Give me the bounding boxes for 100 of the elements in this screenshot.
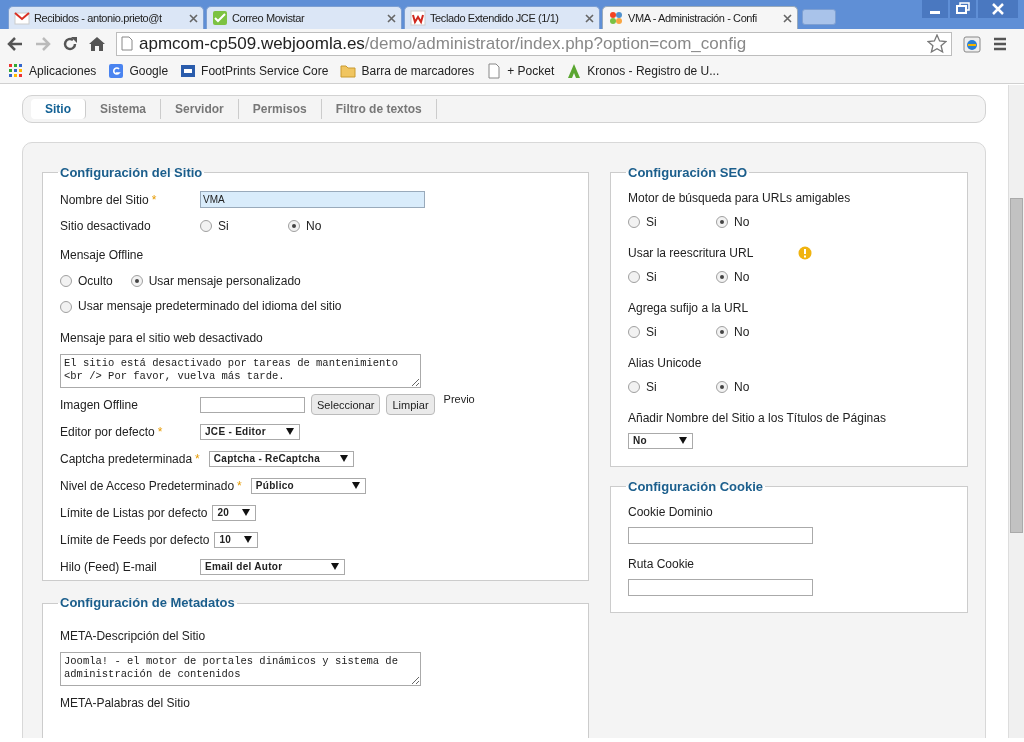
field-label: Usar la reescritura URL: [628, 244, 755, 262]
required-mark: *: [195, 450, 200, 468]
browser-tab[interactable]: Correo Movistar: [206, 6, 402, 29]
extension-icon[interactable]: [962, 33, 982, 54]
caret-icon: [351, 482, 360, 490]
radio-button[interactable]: [288, 219, 300, 232]
bookmark-link[interactable]: Barra de marcadores: [340, 61, 475, 80]
home-icon[interactable]: [88, 35, 106, 52]
field-label: No: [734, 268, 750, 286]
field-label: Cookie Dominio: [628, 503, 713, 521]
address-bar[interactable]: apmcom-cp509.webjoomla.es/demo/administrator/index.php?option=com_config: [116, 31, 952, 56]
close-icon: [585, 13, 594, 23]
bookmark-link[interactable]: + Pocket: [486, 61, 555, 80]
text-area[interactable]: Joomla! - el motor de portales dinámicos y sistema de administración de contenidos: [60, 651, 421, 686]
dropdown[interactable]: Captcha - ReCaptcha: [208, 450, 354, 467]
back-icon[interactable]: [6, 35, 24, 52]
dropdown-value: 10: [219, 533, 233, 548]
dropdown[interactable]: 20: [212, 504, 257, 521]
radio-button[interactable]: [60, 300, 72, 313]
field-label: Límite de Feeds por defecto: [60, 531, 210, 549]
page-icon: [121, 36, 133, 51]
config-tab[interactable]: Servidor: [161, 99, 239, 119]
text-input[interactable]: [628, 526, 813, 544]
apps-icon: [8, 62, 24, 79]
radio-button[interactable]: [716, 215, 728, 228]
radio-button[interactable]: [628, 380, 640, 393]
close-icon: [387, 13, 396, 23]
caret-icon: [244, 536, 253, 544]
bookmark-link[interactable]: Aplicaciones: [8, 61, 97, 80]
folder-icon: [340, 62, 357, 79]
radio-button[interactable]: [716, 270, 728, 283]
field-label: Si: [646, 378, 657, 396]
radio-button[interactable]: [200, 219, 212, 232]
bookmark-link[interactable]: Google: [108, 61, 169, 80]
dropdown-value: 20: [217, 506, 231, 521]
field-label: META-Descripción del Sitio: [60, 627, 206, 645]
field-label: Límite de Listas por defecto: [60, 504, 208, 522]
action-button[interactable]: Seleccionar: [311, 394, 381, 416]
text-input[interactable]: VMA: [200, 191, 425, 208]
checkmark-icon: [212, 10, 228, 26]
config-tab[interactable]: Permisos: [238, 99, 322, 119]
scrollbar-thumb[interactable]: [1010, 198, 1023, 533]
browser-tab[interactable]: Teclado Extendido JCE (1/1): [404, 6, 600, 29]
radio-button[interactable]: [716, 325, 728, 338]
field-label: No: [734, 378, 750, 396]
field-label: META-Palabras del Sitio: [60, 694, 190, 712]
field-label: No: [306, 217, 322, 235]
section-title: Configuración Cookie: [627, 478, 765, 496]
radio-button[interactable]: [130, 275, 143, 288]
dropdown[interactable]: 10: [214, 531, 259, 548]
field-label: No: [734, 213, 750, 231]
page-icon: [486, 62, 503, 79]
radio-button[interactable]: [60, 275, 72, 288]
reload-icon[interactable]: [62, 35, 78, 52]
caret-icon: [331, 563, 339, 571]
dropdown[interactable]: Email del Autor: [200, 558, 345, 575]
close-icon: [189, 13, 198, 23]
scrollbar[interactable]: [1008, 85, 1024, 738]
field-label: Mensaje Offline: [60, 246, 144, 264]
browser-tab[interactable]: VMA - Administración - Confi: [602, 6, 798, 29]
caret-icon: [339, 455, 348, 463]
config-tab[interactable]: Sistema: [86, 99, 162, 119]
action-button[interactable]: Limpiar: [386, 394, 435, 416]
required-mark: *: [157, 423, 163, 441]
config-tab[interactable]: Sitio: [31, 99, 86, 119]
dropdown[interactable]: No: [628, 432, 693, 449]
section-title: Configuración SEO: [627, 164, 749, 182]
option-label: Usar mensaje predeterminado del idioma del sitio: [78, 299, 342, 314]
restore-icon[interactable]: [950, 0, 976, 18]
dropdown[interactable]: JCE - Editor: [200, 423, 300, 440]
menu-icon[interactable]: [992, 35, 1008, 52]
field-label: Sitio desactivado: [60, 217, 152, 235]
field-label: Nombre del Sitio: [60, 191, 149, 209]
field-label: No: [734, 323, 750, 341]
text-area[interactable]: El sitio está desactivado por tareas de mantenimiento <br /> Por favor, vuelva más tarde.: [60, 354, 421, 389]
dropdown[interactable]: Público: [250, 477, 366, 494]
dropdown-value: Email del Autor: [205, 560, 284, 575]
url-path: /demo/administrator/index.php?option=com_config: [364, 35, 747, 52]
star-icon[interactable]: [927, 33, 947, 54]
config-tab[interactable]: Filtro de textos: [321, 99, 437, 119]
option-label: Oculto: [78, 274, 113, 288]
radio-button[interactable]: [628, 325, 640, 338]
field-label: Ruta Cookie: [628, 555, 695, 573]
radio-button[interactable]: [628, 215, 640, 228]
bookmark-link[interactable]: FootPrints Service Core: [180, 61, 329, 80]
badge-icon: [180, 62, 197, 79]
browser-tab[interactable]: Recibidos - antonio.prieto@t: [8, 6, 204, 29]
bookmark-link[interactable]: Kronos - Registro de U...: [566, 61, 720, 80]
mail-icon: [14, 10, 30, 26]
warning-icon: [798, 245, 812, 260]
text-input[interactable]: [628, 578, 813, 596]
option-label: Usar mensaje personalizado: [148, 274, 301, 288]
close-icon[interactable]: [978, 0, 1018, 18]
radio-button[interactable]: [628, 270, 640, 283]
field-label: Si: [646, 268, 657, 286]
minimize-icon[interactable]: [922, 0, 948, 18]
leaf-icon: [566, 62, 583, 79]
radio-button[interactable]: [716, 380, 728, 393]
field-label: Agrega sufijo a la URL: [628, 299, 750, 317]
file-path-input[interactable]: [200, 396, 305, 413]
